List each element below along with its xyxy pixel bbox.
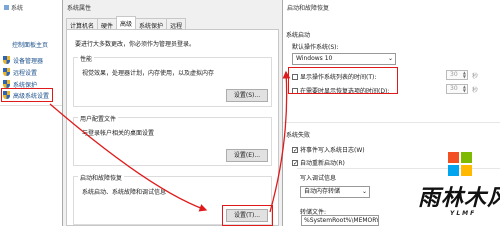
recovery-time-spinner[interactable]: 30 ▲ ▼ — [446, 84, 468, 94]
default-os-label: 默认操作系统(S): — [292, 44, 339, 51]
system-icon — [4, 5, 9, 10]
recovery-time-unit: 秒 — [472, 87, 479, 94]
sidebar-item-remote-settings[interactable]: 远程设置 — [3, 67, 37, 77]
shield-icon — [3, 56, 10, 64]
screenshot-stage: 系统 控制面板主页 设备管理器 远程设置 系统保护 高级系统设置 系统属性 计算… — [0, 0, 500, 226]
ylmf-watermark: 雨林木风 YLMF — [416, 151, 500, 226]
debug-info-label: 写入调试信息 — [300, 175, 337, 182]
checkbox-box: ✓ — [292, 159, 299, 167]
control-panel-home-link[interactable]: 控制面板主页 — [12, 40, 48, 49]
sidebar-item-device-manager[interactable]: 设备管理器 — [3, 55, 43, 65]
default-os-select[interactable]: Windows 10 ⌄ — [292, 53, 396, 65]
write-event-checkbox[interactable]: ✓ 将事件写入系统日志(W) — [292, 145, 365, 154]
tab-computer-name[interactable]: 计算机名 — [66, 18, 99, 30]
divider — [0, 105, 66, 106]
debug-info-select[interactable]: 自动内存转储 ⌄ — [300, 186, 370, 198]
section-system-startup: 系统启动 — [286, 32, 311, 39]
group-description: 系统启动、系统故障和调试信息 — [82, 189, 167, 196]
settings-button-highlight — [222, 205, 273, 226]
performance-settings-button[interactable]: 设置(S)... — [226, 89, 268, 102]
spinner-arrows-icon: ▲ ▼ — [462, 84, 466, 93]
auto-restart-checkbox[interactable]: ✓ 自动重新启动(R) — [292, 158, 345, 167]
startup-recovery-group: 启动和故障恢复 系统启动、系统故障和调试信息 设置(T)... — [73, 173, 273, 226]
advanced-tab-panel: 要进行大多数更改，你必须作为管理员登录。 性能 视觉效果，处理器计划，内存使用，… — [66, 29, 279, 226]
dialog-title: 系统属性 — [67, 5, 92, 12]
system-window: 系统 控制面板主页 设备管理器 远程设置 系统保护 高级系统设置 — [0, 0, 66, 226]
checkbox-highlight — [288, 67, 398, 94]
shield-icon — [3, 68, 10, 76]
watermark-text: 雨林木风 — [418, 185, 500, 211]
chevron-down-icon: ⌄ — [387, 55, 393, 62]
checkbox-box: ✓ — [292, 146, 299, 154]
group-title: 性能 — [78, 54, 95, 63]
divider — [283, 122, 500, 123]
system-properties-dialog: 系统属性 计算机名 硬件 高级 系统保护 远程 要进行大多数更改，你必须作为管理… — [62, 0, 283, 226]
group-title: 用户配置文件 — [78, 114, 119, 123]
tab-remote[interactable]: 远程 — [166, 18, 187, 30]
group-title: 启动和故障恢复 — [78, 173, 125, 182]
tab-hardware[interactable]: 硬件 — [97, 18, 118, 30]
user-profiles-group: 用户配置文件 与登录帐户相关的桌面设置 设置(E)... — [73, 114, 272, 166]
group-description: 视觉效果，处理器计划，内存使用，以及虚拟内存 — [82, 70, 215, 77]
sidebar-item-label: 远程设置 — [13, 69, 38, 77]
shield-icon — [3, 80, 10, 88]
watermark-subtext: YLMF — [450, 210, 477, 217]
admin-note: 要进行大多数更改，你必须作为管理员登录。 — [75, 41, 196, 48]
tab-advanced[interactable]: 高级 — [116, 16, 137, 29]
user-profiles-settings-button[interactable]: 设置(E)... — [226, 149, 268, 162]
system-window-title: 系统 — [4, 3, 23, 12]
os-list-time-unit: 秒 — [472, 73, 479, 80]
dump-file-input[interactable]: %SystemRoot%\MEMORY.DMP — [301, 215, 379, 226]
advanced-settings-highlight — [1, 88, 53, 102]
dialog-title: 启动和故障恢复 — [287, 5, 330, 12]
sidebar-item-label: 设备管理器 — [13, 57, 44, 65]
group-description: 与登录帐户相关的桌面设置 — [82, 130, 155, 137]
chevron-down-icon: ⌄ — [361, 188, 367, 195]
os-list-time-spinner[interactable]: 30 ▲ ▼ — [446, 70, 468, 80]
performance-group: 性能 视觉效果，处理器计划，内存使用，以及虚拟内存 设置(S)... — [73, 54, 272, 107]
spinner-arrows-icon: ▲ ▼ — [462, 70, 466, 79]
windows-logo-icon — [448, 152, 472, 176]
tab-system-protection[interactable]: 系统保护 — [135, 18, 168, 30]
section-system-failure: 系统失败 — [286, 132, 311, 139]
